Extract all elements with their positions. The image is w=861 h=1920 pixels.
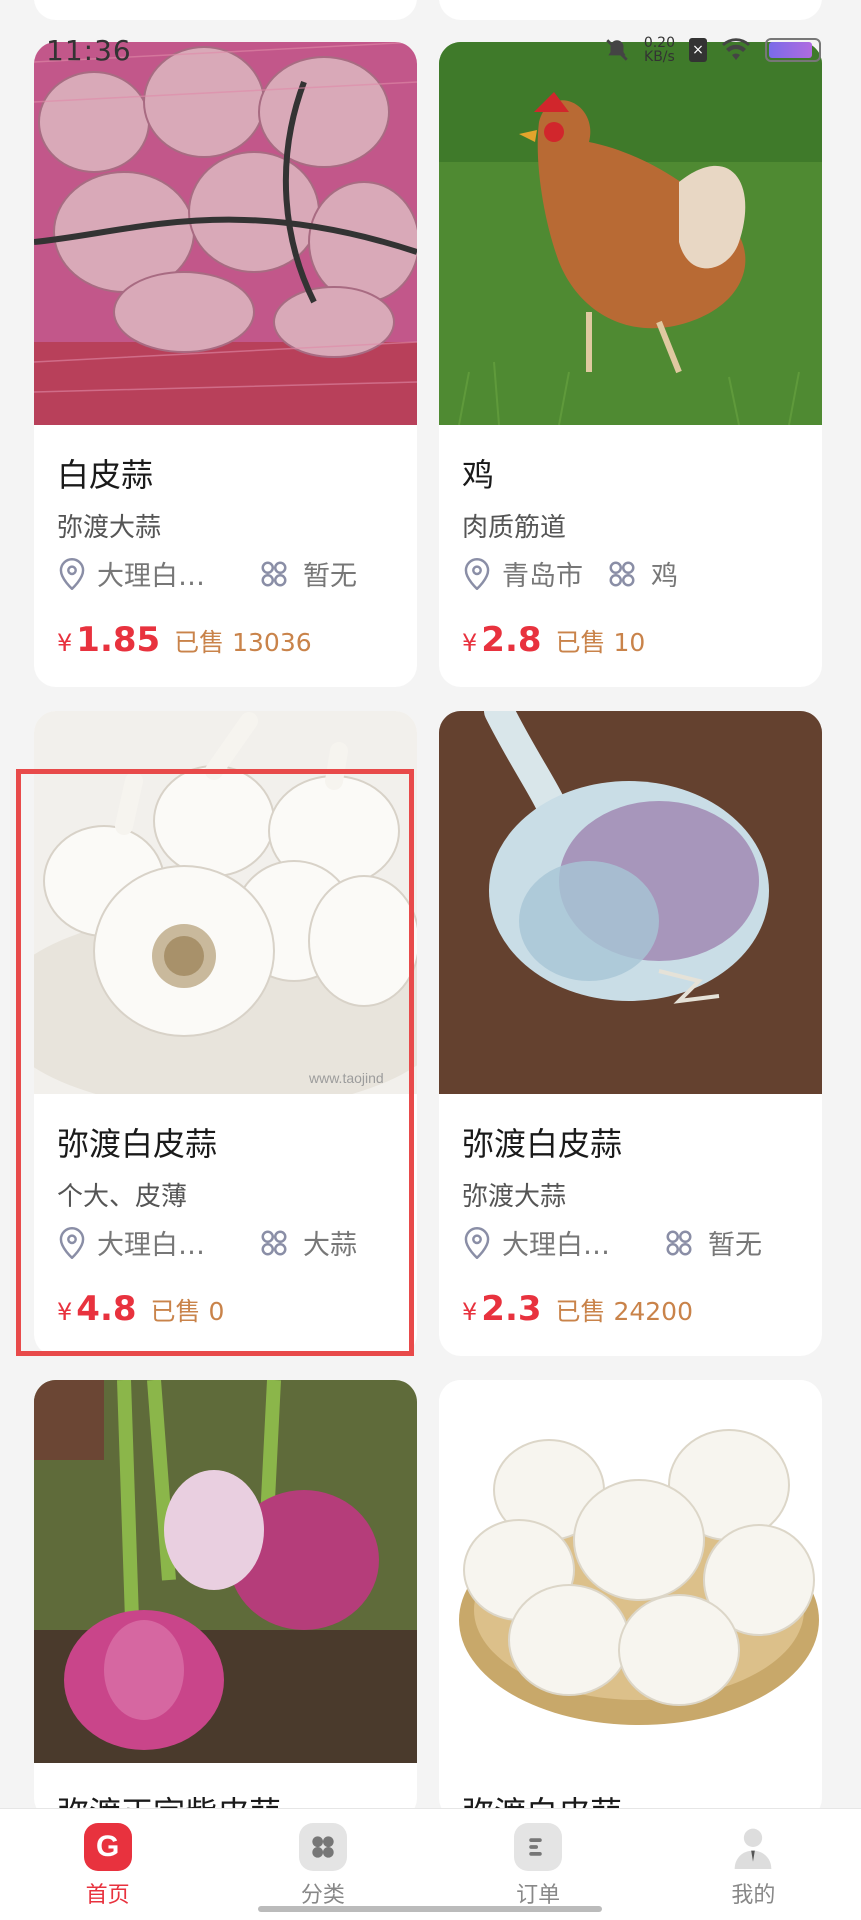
currency-symbol: ¥ — [462, 1298, 478, 1326]
status-time: 11:36 — [46, 34, 132, 67]
product-image-white-garlic-on-plate[interactable]: www.taojind — [34, 711, 417, 1094]
category-icon — [298, 1823, 347, 1871]
product-title: 弥渡白皮蒜 — [57, 1125, 218, 1163]
product-location: 大理白… — [97, 561, 205, 592]
product-meta: 大理白… 暂无 — [57, 554, 357, 593]
product-category: 大蒜 — [303, 1230, 357, 1261]
product-location: 大理白… — [97, 1230, 205, 1261]
product-subtitle: 肉质筋道 — [462, 513, 567, 543]
category-icon — [261, 1230, 287, 1255]
no-sim-icon: × — [689, 38, 707, 62]
product-price: 2.8 — [481, 620, 542, 660]
product-sold-count: 已售 0 — [150, 1297, 225, 1326]
tab-category[interactable]: 分类 — [215, 1809, 430, 1920]
product-card[interactable]: 鸡 肉质筋道 青岛市 鸡 ¥ 2.8 已售 10 — [439, 42, 822, 687]
product-image-purple-garlic-bulb[interactable] — [439, 711, 822, 1094]
home-indicator — [258, 1906, 602, 1912]
currency-symbol: ¥ — [57, 1298, 73, 1326]
product-price: 4.8 — [76, 1289, 137, 1329]
product-meta: 青岛市 鸡 — [462, 554, 678, 593]
product-price-row: ¥ 2.8 已售 10 — [462, 620, 645, 660]
product-price-row: ¥ 2.3 已售 24200 — [462, 1289, 693, 1329]
product-sold-count: 已售 10 — [555, 628, 646, 657]
net-speed: 0.20 KB/s — [643, 35, 675, 65]
location-pin-icon — [464, 1226, 490, 1259]
product-price-row: ¥ 1.85 已售 13036 — [57, 620, 312, 660]
product-category: 鸡 — [651, 561, 678, 592]
currency-symbol: ¥ — [57, 629, 73, 657]
order-icon — [514, 1823, 563, 1871]
category-icon — [261, 561, 287, 586]
product-subtitle: 弥渡大蒜 — [57, 513, 162, 543]
category-icon — [609, 561, 635, 586]
product-meta: 大理白… 暂无 — [462, 1223, 762, 1262]
product-card[interactable]: 弥渡白皮蒜 弥渡大蒜 大理白… 暂无 ¥ 2.3 已售 24200 — [439, 711, 822, 1356]
currency-symbol: ¥ — [462, 629, 478, 657]
status-bar: 11:36 0.20 KB/s × — [0, 0, 861, 70]
product-subtitle: 弥渡大蒜 — [462, 1182, 567, 1212]
product-image-garlic-in-mesh-bag[interactable] — [34, 42, 417, 425]
product-sold-count: 已售 13036 — [174, 628, 312, 657]
product-title: 白皮蒜 — [57, 456, 154, 494]
product-location: 青岛市 — [502, 561, 583, 592]
product-price: 2.3 — [481, 1289, 542, 1329]
home-g-icon: G — [83, 1823, 132, 1871]
product-category: 暂无 — [708, 1230, 762, 1261]
status-icons: 0.20 KB/s × — [604, 36, 821, 64]
tab-category-label: 分类 — [300, 1883, 345, 1908]
bottom-tab-bar: G 首页 分类 订单 我的 — [0, 1808, 861, 1920]
battery-icon — [765, 38, 821, 62]
product-card[interactable]: 弥渡白皮蒜 — [439, 1380, 822, 1820]
location-pin-icon — [464, 557, 490, 590]
location-pin-icon — [59, 1226, 85, 1259]
category-icon — [666, 1230, 692, 1255]
mute-icon — [606, 39, 628, 61]
product-image-garlic-in-basket[interactable] — [439, 1380, 822, 1763]
product-subtitle: 个大、皮薄 — [57, 1182, 188, 1212]
tab-home[interactable]: G 首页 — [0, 1809, 215, 1920]
product-title: 弥渡白皮蒜 — [462, 1125, 623, 1163]
tab-profile[interactable]: 我的 — [646, 1809, 861, 1920]
profile-icon — [729, 1823, 777, 1871]
product-image-chicken-on-grass[interactable] — [439, 42, 822, 425]
location-pin-icon — [59, 557, 85, 590]
product-sold-count: 已售 24200 — [555, 1297, 693, 1326]
image-watermark: www.taojind — [308, 1070, 384, 1086]
product-meta: 大理白… 大蒜 — [57, 1223, 357, 1262]
product-title: 鸡 — [462, 456, 495, 494]
product-price: 1.85 — [76, 620, 161, 660]
tab-home-label: 首页 — [85, 1883, 130, 1908]
product-card[interactable]: 白皮蒜 弥渡大蒜 大理白… 暂无 ¥ 1.85 已售 13036 — [34, 42, 417, 687]
product-price-row: ¥ 4.8 已售 0 — [57, 1289, 224, 1329]
tab-profile-label: 我的 — [731, 1883, 776, 1908]
tab-orders[interactable]: 订单 — [431, 1809, 646, 1920]
product-category: 暂无 — [303, 561, 357, 592]
product-location: 大理白… — [502, 1230, 610, 1261]
product-image-purple-garlic-field[interactable] — [34, 1380, 417, 1763]
tab-orders-label: 订单 — [516, 1883, 561, 1908]
product-card[interactable]: www.taojind 弥渡白皮蒜 个大、皮薄 大理白… 大蒜 ¥ 4.8 已售… — [34, 711, 417, 1356]
wifi-icon — [722, 38, 750, 60]
product-card[interactable]: 弥渡正宗紫皮蒜 — [34, 1380, 417, 1820]
